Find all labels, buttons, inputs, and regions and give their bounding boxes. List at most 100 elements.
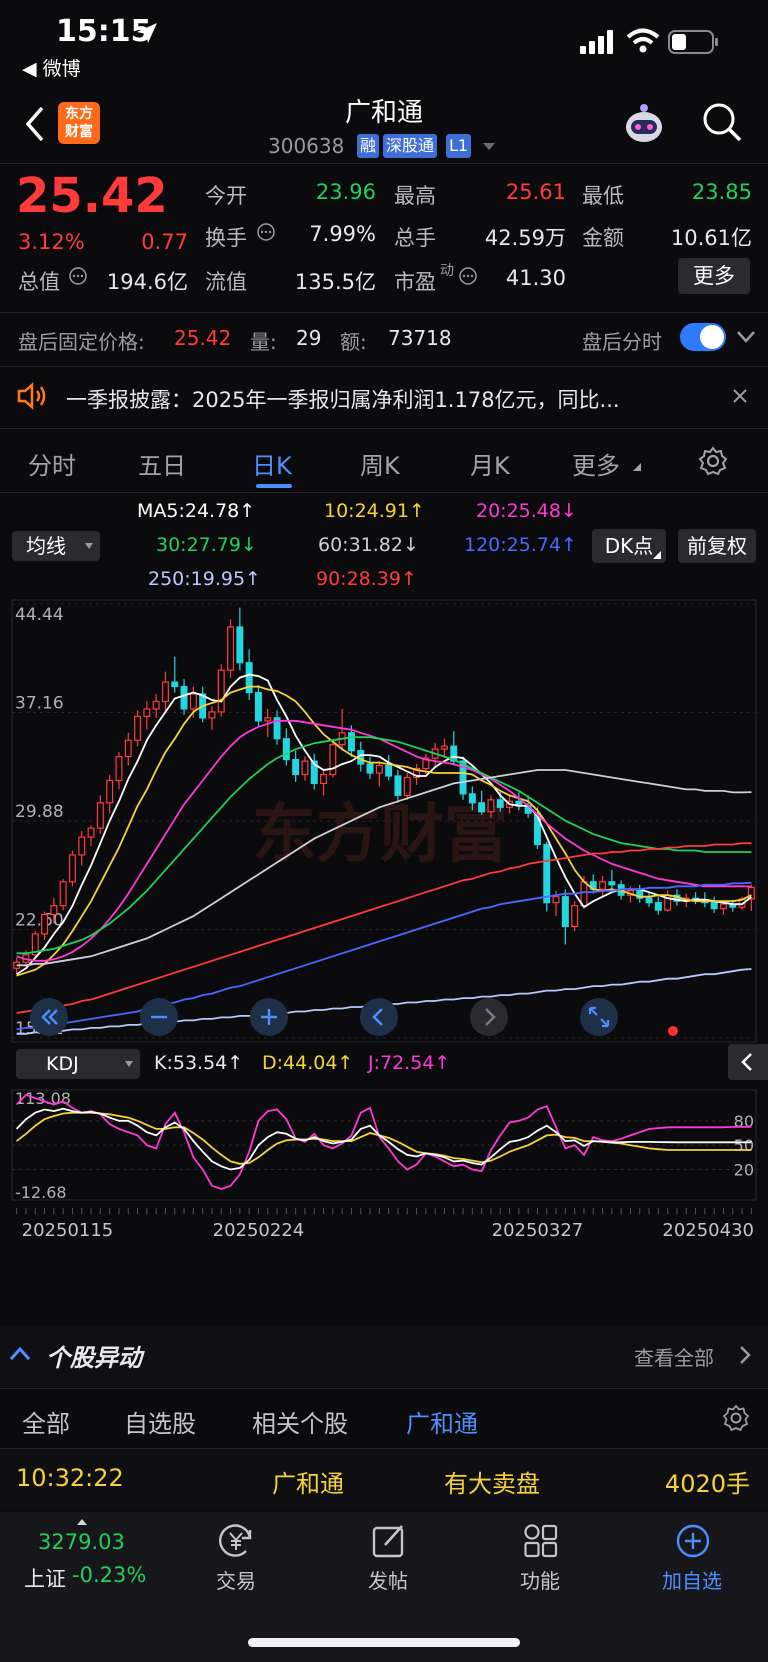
zoom-left-button[interactable] xyxy=(30,998,68,1036)
candle-body xyxy=(543,843,551,904)
tab-five-day[interactable]: 五日 xyxy=(138,446,186,481)
kline-chart[interactable]: 44.4437.1629.8822.6015.32东方财富805020113.0… xyxy=(0,596,768,1326)
chevron-right-icon xyxy=(485,1008,496,1026)
info-circle-icon[interactable] xyxy=(256,222,276,242)
dropdown-triangle-icon[interactable] xyxy=(482,142,496,152)
date-label: 20250115 xyxy=(22,1220,114,1241)
view-all-link[interactable]: 查看全部 xyxy=(634,1342,714,1371)
scroll-right-button[interactable] xyxy=(470,998,508,1036)
level-tag: L1 xyxy=(446,134,472,158)
tab-more[interactable]: 更多 xyxy=(572,446,620,481)
location-arrow-icon xyxy=(137,23,157,43)
home-indicator[interactable] xyxy=(248,1638,520,1647)
high-value: 25.61 xyxy=(505,180,566,204)
date-label: 20250430 xyxy=(662,1220,754,1241)
chevron-up-icon[interactable] xyxy=(8,1344,32,1364)
post-edit-icon[interactable] xyxy=(370,1522,408,1560)
low-label: 最低 xyxy=(582,184,624,208)
candle-body xyxy=(106,779,114,804)
pe-value: 41.30 xyxy=(505,266,566,290)
pe-label: 市盈 xyxy=(394,270,436,294)
tab-intraday[interactable]: 分时 xyxy=(28,446,76,481)
after-hours-toggle[interactable] xyxy=(680,323,726,351)
amount-label: 金额 xyxy=(582,226,624,250)
index-name[interactable]: 上证 xyxy=(24,1563,66,1593)
ma60-value: 60:31.82↓ xyxy=(318,534,419,556)
candle-body xyxy=(366,763,374,774)
candle-body xyxy=(217,669,225,713)
nav-functions[interactable]: 功能 xyxy=(480,1565,600,1594)
speaker-icon xyxy=(17,382,46,410)
fullscreen-button[interactable] xyxy=(580,998,618,1036)
candle-body xyxy=(440,745,448,750)
ma120-value: 120:25.74↑ xyxy=(464,534,577,556)
index-change[interactable]: -0.23% xyxy=(72,1563,146,1587)
low-value: 23.85 xyxy=(691,180,752,204)
collapse-panel-button[interactable] xyxy=(728,1044,768,1080)
forward-adjust-button[interactable]: 前复权 xyxy=(678,529,756,563)
ma30-value: 30:27.79↓ xyxy=(156,534,257,556)
candle-body xyxy=(254,691,262,722)
dropdown-triangle-icon xyxy=(85,543,93,549)
nav-trade[interactable]: 交易 xyxy=(176,1565,296,1594)
trade-yuan-icon[interactable] xyxy=(216,1522,256,1560)
scroll-left-button[interactable] xyxy=(360,998,398,1036)
price-axis-label: 29.88 xyxy=(15,802,64,822)
settings-gear-icon[interactable] xyxy=(698,446,728,476)
stock-code: 300638 xyxy=(268,134,345,158)
candle-body xyxy=(561,896,569,928)
market-cap-value: 194.6亿 xyxy=(106,270,188,294)
functions-grid-icon[interactable] xyxy=(522,1522,560,1560)
after-hours-amount: 73718 xyxy=(388,326,452,350)
tab-daily-k[interactable]: 日K xyxy=(252,446,292,481)
wifi-icon xyxy=(626,28,660,53)
sz-connect-tag: 深股通 xyxy=(383,134,438,158)
zoom-in-button[interactable] xyxy=(250,998,288,1036)
index-value[interactable]: 3279.03 xyxy=(38,1530,125,1554)
notice-text[interactable]: 一季报披露：2025年一季报归属净利润1.178亿元，同比... xyxy=(66,384,696,414)
candle-body xyxy=(571,905,579,928)
candle-body xyxy=(124,739,132,758)
candle-body xyxy=(403,776,411,796)
subtab-current-stock[interactable]: 广和通 xyxy=(406,1404,478,1439)
more-quote-button[interactable]: 更多 xyxy=(678,258,750,294)
active-tab-indicator xyxy=(256,484,292,488)
candle-body xyxy=(152,700,160,710)
chevron-right-icon[interactable] xyxy=(738,1344,752,1366)
candle-body xyxy=(478,802,486,813)
nav-post[interactable]: 发帖 xyxy=(328,1565,448,1594)
kdj-axis-bottom: -12.68 xyxy=(15,1183,67,1202)
candle-body xyxy=(375,764,383,774)
subtab-watchlist[interactable]: 自选股 xyxy=(124,1404,196,1439)
after-hours-volume-label: 量: xyxy=(250,330,277,354)
nav-add-watchlist[interactable]: 加自选 xyxy=(632,1565,752,1594)
search-icon[interactable] xyxy=(700,100,744,144)
candle-body xyxy=(96,802,104,829)
price-axis-label: 44.44 xyxy=(15,605,64,625)
tab-monthly-k[interactable]: 月K xyxy=(470,446,510,481)
open-label: 今开 xyxy=(205,184,247,208)
minus-icon xyxy=(151,1015,167,1019)
indicator-selector[interactable]: KDJ xyxy=(16,1049,140,1079)
kdj-level-label: 20 xyxy=(734,1160,754,1179)
info-circle-icon[interactable] xyxy=(68,266,88,286)
robot-assistant-icon[interactable] xyxy=(620,100,668,148)
chevron-down-icon[interactable] xyxy=(736,330,756,344)
tab-weekly-k[interactable]: 周K xyxy=(360,446,400,481)
candle-body xyxy=(292,758,300,776)
zoom-out-button[interactable] xyxy=(140,998,178,1036)
movement-time: 10:32:22 xyxy=(16,1464,124,1492)
candle-body xyxy=(143,708,151,717)
info-circle-icon[interactable] xyxy=(458,266,478,286)
add-watchlist-icon[interactable] xyxy=(674,1522,712,1560)
settings-gear-icon[interactable] xyxy=(722,1404,750,1432)
back-to-app-link[interactable]: ◀ 微博 xyxy=(22,54,81,81)
close-icon[interactable] xyxy=(732,388,748,404)
subtab-all[interactable]: 全部 xyxy=(22,1404,70,1439)
subtab-related[interactable]: 相关个股 xyxy=(252,1404,348,1439)
date-label: 20250224 xyxy=(213,1220,305,1241)
candle-body xyxy=(552,896,560,904)
candle-body xyxy=(645,897,653,904)
dropdown-triangle-icon xyxy=(125,1061,133,1067)
pe-dynamic-sup: 动 xyxy=(440,263,454,279)
